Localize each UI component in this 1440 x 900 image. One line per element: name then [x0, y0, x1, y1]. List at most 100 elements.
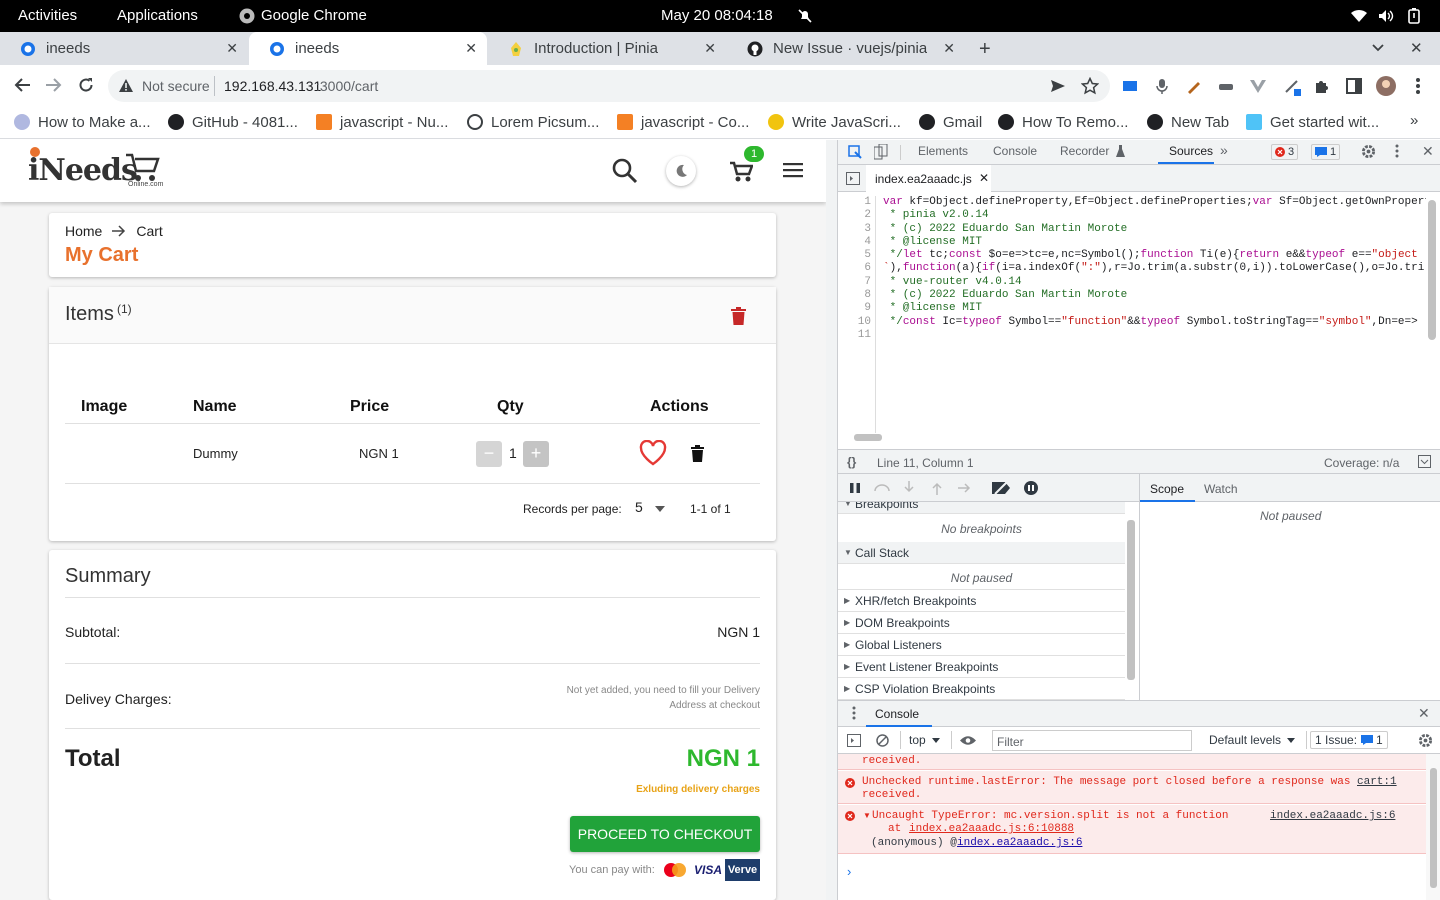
- forward-arrow-icon[interactable]: [45, 77, 63, 93]
- line-number[interactable]: 2: [838, 209, 871, 222]
- line-number[interactable]: 8: [838, 289, 871, 302]
- activities-button[interactable]: Activities: [18, 7, 77, 24]
- close-devtools-icon[interactable]: ✕: [1422, 143, 1434, 160]
- wifi-icon[interactable]: [1351, 9, 1367, 23]
- side-panel-icon[interactable]: [1346, 78, 1362, 94]
- extension-pen-icon[interactable]: [1283, 77, 1303, 97]
- devtools-menu-icon[interactable]: [1395, 144, 1399, 158]
- inspect-element-icon[interactable]: [848, 145, 862, 159]
- device-toolbar-icon[interactable]: [874, 144, 888, 160]
- more-bookmarks-chevron-icon[interactable]: »: [1410, 112, 1418, 129]
- bookmark-star-icon[interactable]: [1081, 77, 1099, 95]
- extensions-puzzle-icon[interactable]: [1314, 78, 1330, 94]
- live-expression-eye-icon[interactable]: [959, 735, 977, 746]
- volume-icon[interactable]: [1378, 9, 1394, 23]
- search-icon[interactable]: [612, 158, 638, 184]
- bookmark-lorem-picsum[interactable]: Lorem Picsum...: [467, 110, 599, 134]
- line-number[interactable]: 10: [838, 316, 871, 329]
- tab-close-icon[interactable]: ✕: [465, 40, 477, 57]
- ineeds-logo[interactable]: iNeeds Online.com: [28, 146, 163, 194]
- tab-close-icon[interactable]: ✕: [704, 40, 716, 57]
- file-tab-index-js[interactable]: index.ea2aaadc.js ✕: [866, 165, 991, 192]
- tab-pinia-intro[interactable]: Introduction | Pinia ✕: [488, 32, 726, 65]
- deactivate-breakpoints-icon[interactable]: [992, 481, 1012, 495]
- expand-triangle-icon[interactable]: ▼: [863, 811, 871, 820]
- vue-devtools-icon[interactable]: [1250, 78, 1266, 94]
- console-message-type-error[interactable]: ▼ Uncaught TypeError: mc.version.split i…: [838, 805, 1426, 854]
- clear-cart-trash-icon[interactable]: [731, 307, 746, 325]
- step-icon[interactable]: [958, 483, 972, 493]
- back-arrow-icon[interactable]: [13, 77, 31, 93]
- source-code[interactable]: var kf=Object.defineProperty,Ef=Object.d…: [883, 196, 1426, 329]
- records-per-page-select[interactable]: 5: [635, 499, 671, 519]
- stack-frame-link[interactable]: index.ea2aaadc.js:6:10888: [909, 823, 1074, 836]
- console-filter-input[interactable]: Filter: [992, 730, 1192, 751]
- console-message-runtime-error[interactable]: Unchecked runtime.lastError: The message…: [838, 771, 1426, 804]
- editor-vertical-scrollbar[interactable]: [1428, 200, 1436, 340]
- settings-gear-icon[interactable]: [1361, 144, 1376, 159]
- column-header-image[interactable]: Image: [81, 398, 127, 416]
- remove-item-trash-icon[interactable]: [691, 445, 704, 462]
- applications-menu[interactable]: Applications: [117, 7, 198, 24]
- coverage-toggle-icon[interactable]: [1418, 455, 1431, 468]
- devtools-resize-handle[interactable]: [826, 140, 837, 900]
- new-tab-icon[interactable]: +: [979, 38, 991, 61]
- tab-watch[interactable]: Watch: [1204, 482, 1238, 496]
- tab-scope[interactable]: Scope: [1150, 482, 1184, 496]
- console-prompt-icon[interactable]: ›: [847, 864, 851, 879]
- message-source-link[interactable]: index.ea2aaadc.js:6: [1270, 810, 1395, 823]
- more-tabs-chevron-icon[interactable]: »: [1220, 142, 1228, 158]
- pause-on-exceptions-icon[interactable]: [1024, 481, 1038, 495]
- line-number[interactable]: 3: [838, 223, 871, 236]
- section-dom-breakpoints[interactable]: ▶ DOM Breakpoints: [838, 612, 1125, 634]
- bookmark-gmail[interactable]: Gmail: [919, 110, 982, 134]
- line-number[interactable]: 6: [838, 262, 871, 275]
- clock[interactable]: May 20 08:04:18: [661, 7, 773, 24]
- extension-translate-icon[interactable]: [1122, 78, 1138, 94]
- close-file-icon[interactable]: ✕: [979, 171, 989, 185]
- tab-search-chevron-icon[interactable]: [1371, 41, 1385, 55]
- proceed-to-checkout-button[interactable]: PROCEED TO CHECKOUT: [570, 816, 760, 852]
- tab-close-icon[interactable]: ✕: [943, 40, 955, 57]
- code-editor[interactable]: 1 2 3 4 5 6 7 8 9 10 11 var kf=Object.defineProper…: [838, 192, 1440, 441]
- section-csp-violation-breakpoints[interactable]: ▶ CSP Violation Breakpoints: [838, 678, 1125, 700]
- column-header-price[interactable]: Price: [350, 398, 389, 416]
- step-over-icon[interactable]: [874, 483, 890, 493]
- section-xhr-breakpoints[interactable]: ▶ XHR/fetch Breakpoints: [838, 590, 1125, 612]
- bookmark-github[interactable]: GitHub - 4081...: [168, 110, 298, 134]
- tab-close-icon[interactable]: ✕: [226, 40, 238, 57]
- address-bar[interactable]: Not secure 192.168.43.131 :3000/cart: [108, 70, 1110, 102]
- sidebar-scrollbar[interactable]: [1127, 520, 1135, 680]
- tab-ineeds-active[interactable]: ineeds ✕: [249, 32, 487, 65]
- issue-counter[interactable]: 1: [1311, 144, 1341, 160]
- line-number[interactable]: 4: [838, 236, 871, 249]
- active-app-name[interactable]: Google Chrome: [261, 7, 367, 24]
- profile-avatar[interactable]: [1376, 76, 1396, 96]
- microphone-icon[interactable]: [1155, 78, 1169, 94]
- clear-console-icon[interactable]: [876, 734, 889, 747]
- issues-button[interactable]: 1 Issue: 1: [1310, 731, 1388, 749]
- line-number[interactable]: 7: [838, 276, 871, 289]
- send-to-device-icon[interactable]: [1050, 78, 1066, 94]
- section-call-stack[interactable]: ▼ Call Stack: [838, 542, 1125, 564]
- extension-car-icon[interactable]: [1218, 78, 1234, 94]
- extension-dropper-icon[interactable]: [1186, 78, 1202, 94]
- console-sidebar-icon[interactable]: [847, 734, 861, 747]
- section-breakpoints[interactable]: ▼ Breakpoints: [838, 502, 1125, 514]
- console-message-truncated[interactable]: received.: [838, 754, 1426, 770]
- drawer-menu-icon[interactable]: [852, 706, 856, 720]
- tab-ineeds-1[interactable]: ineeds ✕: [0, 32, 248, 65]
- pause-icon[interactable]: [850, 483, 860, 493]
- bookmark-how-to-make[interactable]: How to Make a...: [14, 110, 151, 134]
- toggle-navigator-icon[interactable]: [846, 172, 860, 185]
- tab-elements[interactable]: Elements: [918, 144, 968, 158]
- section-event-listener-breakpoints[interactable]: ▶ Event Listener Breakpoints: [838, 656, 1125, 678]
- wishlist-heart-icon[interactable]: [639, 440, 667, 466]
- url-path[interactable]: :3000/cart: [316, 78, 378, 94]
- drawer-tab-console[interactable]: Console: [875, 707, 919, 721]
- warning-triangle-icon[interactable]: [118, 78, 134, 93]
- bookmark-new-tab[interactable]: New Tab: [1147, 110, 1229, 134]
- reload-icon[interactable]: [78, 77, 94, 93]
- error-counter[interactable]: 3: [1271, 144, 1299, 160]
- window-close-icon[interactable]: ✕: [1410, 39, 1423, 57]
